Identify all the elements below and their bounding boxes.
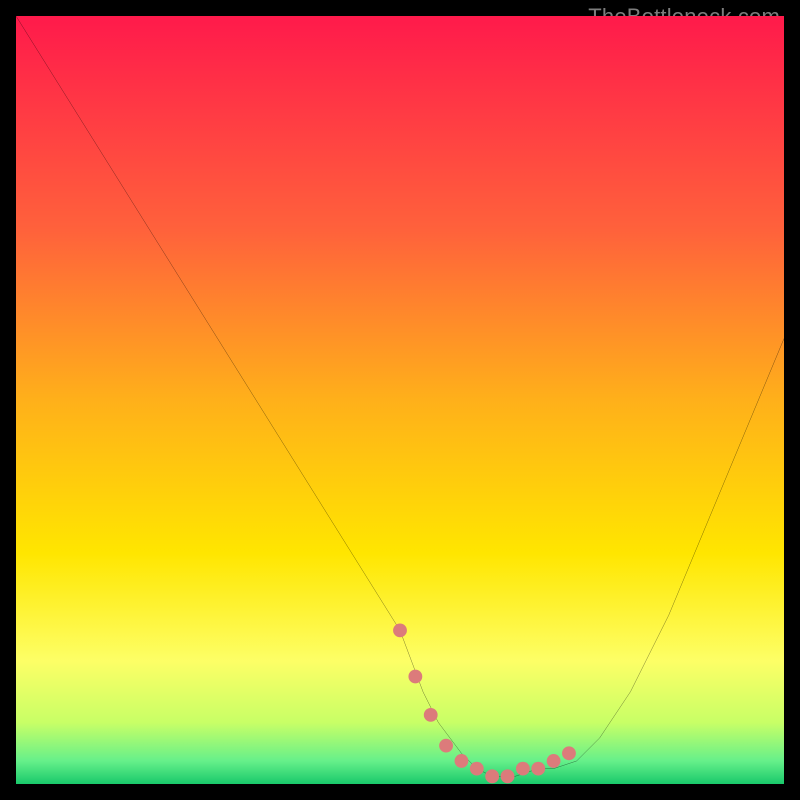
highlight-point bbox=[455, 754, 469, 768]
chart-container: TheBottleneck.com bbox=[0, 0, 800, 800]
highlight-point bbox=[501, 769, 515, 783]
highlight-point bbox=[470, 762, 484, 776]
highlight-point bbox=[531, 762, 545, 776]
highlight-point bbox=[562, 746, 576, 760]
highlight-point bbox=[485, 769, 499, 783]
plot-background bbox=[16, 16, 784, 784]
highlight-point bbox=[424, 708, 438, 722]
highlight-point bbox=[439, 739, 453, 753]
highlight-point bbox=[516, 762, 530, 776]
highlight-point bbox=[408, 670, 422, 684]
plot-area bbox=[16, 16, 784, 784]
highlight-point bbox=[547, 754, 561, 768]
highlight-point bbox=[393, 623, 407, 637]
